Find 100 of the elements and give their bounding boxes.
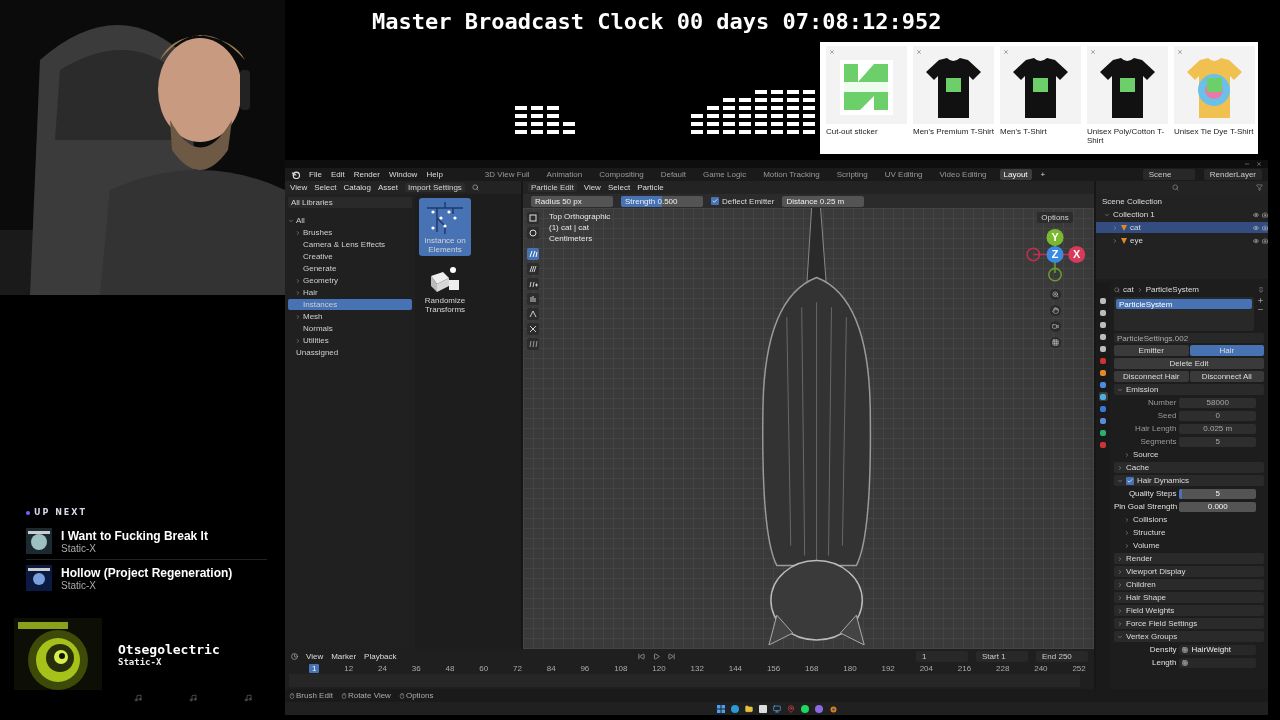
tool-button[interactable]	[527, 308, 539, 320]
menu-item[interactable]: View	[290, 183, 308, 192]
pan-button[interactable]	[1049, 305, 1061, 316]
menu-item[interactable]: Catalog	[343, 183, 371, 192]
close-icon[interactable]	[829, 49, 835, 55]
clock-icon[interactable]	[291, 652, 298, 660]
menu-item[interactable]: Edit	[330, 170, 345, 179]
workspace-tab[interactable]: Default	[656, 169, 690, 180]
pin-icon[interactable]	[1258, 286, 1264, 293]
close-icon[interactable]	[916, 49, 922, 55]
tool-button[interactable]	[527, 212, 539, 224]
grid-button[interactable]	[1049, 337, 1061, 348]
workspace-tab[interactable]: Game Logic	[699, 169, 751, 180]
vertex-group-field[interactable]	[1179, 657, 1256, 668]
disconnect-button[interactable]: Disconnect All	[1189, 371, 1264, 382]
panel-header[interactable]: Field Weights	[1114, 605, 1264, 616]
product-name[interactable]: Cut-out sticker	[826, 127, 907, 136]
chevron-icon[interactable]	[1112, 237, 1118, 244]
workspace-tab[interactable]: Scripting	[832, 169, 872, 180]
blender-app-icon[interactable]	[828, 704, 837, 713]
workspace-tab[interactable]: 3D View Full	[480, 169, 534, 180]
menu-item[interactable]: Playback	[364, 651, 397, 661]
filter-icon[interactable]	[1256, 184, 1263, 191]
chevron-icon[interactable]	[1117, 555, 1123, 562]
tool-button[interactable]	[527, 338, 539, 350]
chevron-icon[interactable]	[1104, 211, 1110, 218]
outliner-item[interactable]: Collection 1	[1113, 210, 1155, 219]
close-icon[interactable]	[1090, 49, 1096, 55]
workspace-tab[interactable]: Video Editing	[935, 169, 991, 180]
chevron-icon[interactable]	[1117, 620, 1123, 627]
checkbox[interactable]	[1126, 476, 1134, 485]
close-icon[interactable]	[1256, 161, 1262, 167]
library-category-row[interactable]: Unassigned	[288, 347, 412, 358]
product-name[interactable]: Men's T-Shirt	[1000, 127, 1081, 136]
store-icon[interactable]	[758, 704, 767, 713]
chevron-icon[interactable]	[295, 313, 301, 320]
chevron-icon[interactable]	[1117, 633, 1123, 640]
library-category-row[interactable]: Generate	[288, 263, 412, 274]
asset-tile[interactable]: Randomize Transforms	[419, 262, 471, 316]
list-item[interactable]: ParticleSystem	[1116, 299, 1252, 309]
menu-item[interactable]: Help	[426, 170, 443, 179]
chevron-icon[interactable]	[1124, 451, 1130, 458]
tool-button[interactable]	[527, 278, 539, 290]
number-field[interactable]: 5	[1179, 488, 1256, 499]
delete-edit-button[interactable]: Delete Edit	[1114, 358, 1264, 369]
camera-icon[interactable]	[1262, 237, 1268, 244]
tool-button[interactable]	[527, 263, 539, 275]
subpanel-header[interactable]: Volume	[1114, 540, 1264, 551]
skip-forward-icon[interactable]	[667, 652, 675, 660]
axis-gizmo-drawing[interactable]: Y Z X	[1026, 228, 1086, 282]
product-name[interactable]: Men's Premium T-Shirt	[913, 127, 994, 136]
workspace-tab[interactable]: UV Editing	[880, 169, 927, 180]
zoom-button[interactable]	[1049, 289, 1061, 300]
chevron-icon[interactable]	[295, 337, 301, 344]
chevron-icon[interactable]	[1124, 542, 1130, 549]
end-frame-field[interactable]: End 250	[1036, 650, 1088, 662]
product-name[interactable]: Unisex Poly/Cotton T-Shirt	[1087, 127, 1168, 145]
workspace-tab[interactable]: Motion Tracking	[759, 169, 824, 180]
subpanel-header[interactable]: Structure	[1114, 527, 1264, 538]
play-icon[interactable]	[652, 652, 660, 660]
chevron-icon[interactable]	[1117, 581, 1123, 588]
start-frame-field[interactable]: Start 1	[976, 650, 1028, 662]
outliner-item[interactable]: Scene Collection	[1102, 197, 1163, 206]
eye-icon[interactable]	[1253, 224, 1259, 231]
workspace-tab[interactable]: Layout	[999, 169, 1032, 180]
camera-icon[interactable]	[1262, 224, 1268, 231]
search-icon[interactable]	[1171, 184, 1179, 191]
library-category-row[interactable]: Geometry	[288, 275, 412, 286]
panel-header[interactable]: Render	[1114, 553, 1264, 564]
library-category-row[interactable]: Brushes	[288, 227, 412, 238]
menu-item[interactable]: File	[309, 170, 322, 179]
chevron-icon[interactable]	[295, 229, 301, 236]
chevron-icon[interactable]	[1124, 516, 1130, 523]
camera-button[interactable]	[1049, 321, 1061, 332]
library-category-row[interactable]: All	[288, 215, 412, 226]
library-category-row[interactable]: Utilities	[288, 335, 412, 346]
distance-field[interactable]: Distance 0.25 m	[782, 195, 865, 207]
current-frame-field[interactable]: 1	[916, 650, 968, 662]
menu-item[interactable]: Select	[607, 183, 631, 192]
start-icon[interactable]	[716, 704, 725, 713]
add-workspace-button[interactable]: +	[1040, 170, 1046, 179]
skip-back-icon[interactable]	[637, 652, 645, 660]
chevron-icon[interactable]	[1117, 477, 1123, 484]
outliner-row[interactable]: cat	[1096, 222, 1268, 233]
library-category-row[interactable]: Normals	[288, 323, 412, 334]
blender-logo-icon[interactable]	[291, 170, 300, 179]
search-icon[interactable]	[1114, 286, 1120, 293]
type-toggle[interactable]: Emitter	[1114, 345, 1189, 356]
tool-button[interactable]	[527, 248, 539, 260]
radius-field[interactable]: Radius 50 px	[531, 195, 613, 207]
chevron-icon[interactable]	[295, 289, 301, 296]
library-category-row[interactable]: Mesh	[288, 311, 412, 322]
menu-item[interactable]: Render	[353, 170, 380, 179]
settings-field[interactable]: ParticleSettings.002	[1114, 333, 1264, 343]
menu-item[interactable]: Particle	[637, 183, 664, 192]
library-dropdown[interactable]: All Libraries	[288, 197, 412, 208]
chevron-icon[interactable]	[1117, 386, 1123, 393]
asset-tile[interactable]: Instance on Elements	[419, 198, 471, 256]
panel-header[interactable]: Cache	[1114, 462, 1264, 473]
search-icon[interactable]	[471, 184, 479, 191]
